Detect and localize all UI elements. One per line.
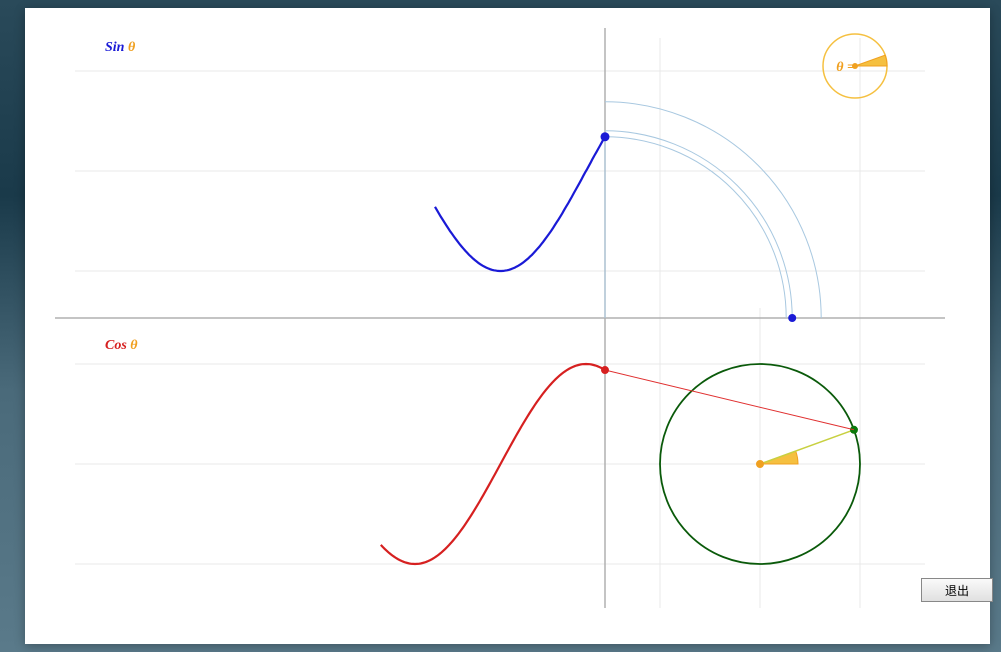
sin-label: Sin θ [105, 40, 135, 56]
cos-label: Cos θ [105, 338, 138, 354]
grid-lines-sin [75, 71, 925, 271]
radius-line [760, 430, 854, 464]
sin-projection-arcs [605, 102, 821, 318]
chart-svg [25, 8, 990, 644]
chart-canvas: Sin θ Cos θ θ = [25, 8, 990, 644]
sin-theta: θ [128, 40, 135, 55]
sin-text: Sin [105, 40, 124, 55]
theta-equals-label: θ = [836, 60, 855, 76]
cos-projection-line [605, 370, 854, 430]
cos-point [601, 366, 609, 374]
sine-curve [435, 138, 604, 271]
exit-button[interactable]: 退出 [921, 578, 993, 602]
cos-theta: θ [130, 338, 137, 353]
circle-center-dot [756, 460, 764, 468]
theta-eq-text: θ = [836, 60, 855, 75]
cos-text: Cos [105, 338, 127, 353]
axis-point [788, 314, 796, 322]
grid-vertical [660, 38, 860, 608]
theta-indicator [823, 34, 887, 98]
sin-point [601, 132, 610, 141]
